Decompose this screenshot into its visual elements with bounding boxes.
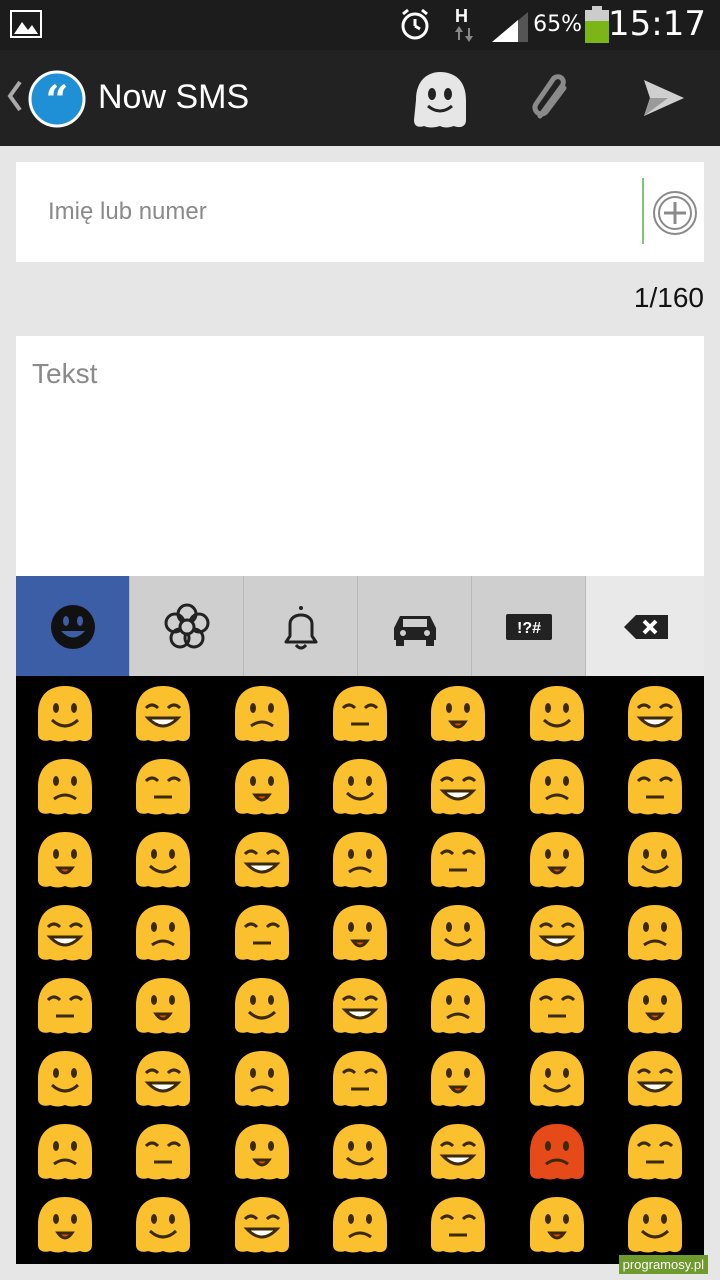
flower-icon bbox=[164, 603, 210, 649]
network-type-label: H bbox=[455, 6, 468, 26]
recipient-input[interactable]: Imię lub numer bbox=[48, 198, 207, 226]
emoji-key[interactable] bbox=[130, 830, 196, 890]
emoji-key[interactable] bbox=[622, 684, 688, 744]
compose-area: Imię lub numer 1/160 Tekst bbox=[0, 146, 720, 576]
signal-icon bbox=[492, 12, 528, 42]
message-input[interactable]: Tekst bbox=[32, 358, 97, 390]
emoji-key[interactable] bbox=[229, 976, 295, 1036]
emoji-key[interactable] bbox=[425, 757, 491, 817]
emoji-key[interactable] bbox=[425, 1122, 491, 1182]
emoji-key[interactable] bbox=[327, 1122, 393, 1182]
emoji-key[interactable] bbox=[327, 1049, 393, 1109]
emoji-key[interactable] bbox=[425, 1049, 491, 1109]
emoji-key[interactable] bbox=[425, 903, 491, 963]
tab-people[interactable] bbox=[16, 576, 130, 676]
emoji-key[interactable] bbox=[524, 1122, 590, 1182]
svg-text:!?#: !?# bbox=[517, 620, 541, 637]
gallery-notification-icon bbox=[10, 10, 42, 38]
symbols-icon: !?# bbox=[506, 614, 552, 640]
clock: 15:17 bbox=[608, 4, 706, 44]
emoji-grid bbox=[16, 676, 704, 1264]
tab-symbols[interactable]: !?# bbox=[472, 576, 586, 676]
emoji-key[interactable] bbox=[524, 903, 590, 963]
emoji-key[interactable] bbox=[622, 830, 688, 890]
emoji-key[interactable] bbox=[130, 903, 196, 963]
battery-icon bbox=[585, 6, 609, 43]
emoji-key[interactable] bbox=[622, 757, 688, 817]
emoji-key[interactable] bbox=[229, 1049, 295, 1109]
emoji-key[interactable] bbox=[622, 1049, 688, 1109]
emoji-key[interactable] bbox=[327, 976, 393, 1036]
attach-icon[interactable] bbox=[528, 72, 574, 126]
emoji-key[interactable] bbox=[32, 1122, 98, 1182]
emoji-key[interactable] bbox=[130, 684, 196, 744]
back-chevron-icon[interactable] bbox=[6, 80, 24, 112]
message-field[interactable]: Tekst bbox=[16, 336, 704, 576]
emoji-key[interactable] bbox=[327, 684, 393, 744]
emoji-key[interactable] bbox=[32, 684, 98, 744]
emoji-key[interactable] bbox=[524, 1049, 590, 1109]
emoji-key[interactable] bbox=[524, 976, 590, 1036]
tab-nature[interactable] bbox=[130, 576, 244, 676]
smiley-icon bbox=[51, 605, 95, 649]
emoji-key[interactable] bbox=[229, 684, 295, 744]
emoji-category-tabs: !?# bbox=[16, 576, 704, 676]
backspace-icon bbox=[624, 615, 668, 639]
recipient-field[interactable]: Imię lub numer bbox=[16, 162, 704, 262]
emoji-key[interactable] bbox=[130, 1049, 196, 1109]
emoji-key[interactable] bbox=[622, 1122, 688, 1182]
emoji-key[interactable] bbox=[327, 830, 393, 890]
emoji-key[interactable] bbox=[130, 1195, 196, 1255]
tab-objects[interactable] bbox=[244, 576, 358, 676]
battery-percent: 65% bbox=[533, 12, 582, 37]
emoji-key[interactable] bbox=[327, 1195, 393, 1255]
car-icon bbox=[394, 616, 436, 646]
emoji-key[interactable] bbox=[32, 757, 98, 817]
emoji-key[interactable] bbox=[425, 684, 491, 744]
emoji-key[interactable] bbox=[622, 1195, 688, 1255]
emoji-key[interactable] bbox=[229, 903, 295, 963]
emoji-key[interactable] bbox=[32, 1049, 98, 1109]
svg-text:“: “ bbox=[45, 77, 68, 124]
alarm-icon bbox=[401, 8, 429, 40]
emoji-button-icon[interactable] bbox=[408, 70, 472, 130]
emoji-key[interactable] bbox=[32, 976, 98, 1036]
tab-places[interactable] bbox=[358, 576, 472, 676]
emoji-key[interactable] bbox=[622, 903, 688, 963]
emoji-key[interactable] bbox=[130, 757, 196, 817]
status-bar: H 65% 15:17 bbox=[0, 0, 720, 50]
action-bar: “ Now SMS bbox=[0, 50, 720, 146]
emoji-key[interactable] bbox=[425, 830, 491, 890]
emoji-key[interactable] bbox=[229, 1122, 295, 1182]
bell-icon bbox=[284, 606, 318, 650]
emoji-key[interactable] bbox=[130, 1122, 196, 1182]
send-icon[interactable] bbox=[644, 80, 684, 116]
data-arrows-icon bbox=[455, 26, 473, 42]
app-title: Now SMS bbox=[98, 78, 250, 116]
emoji-key[interactable] bbox=[327, 757, 393, 817]
emoji-key[interactable] bbox=[229, 830, 295, 890]
emoji-key[interactable] bbox=[524, 757, 590, 817]
divider bbox=[642, 178, 644, 244]
emoji-key[interactable] bbox=[425, 976, 491, 1036]
emoji-key[interactable] bbox=[524, 684, 590, 744]
backspace-button[interactable] bbox=[586, 576, 704, 676]
emoji-key[interactable] bbox=[524, 830, 590, 890]
emoji-key[interactable] bbox=[32, 830, 98, 890]
emoji-key[interactable] bbox=[229, 1195, 295, 1255]
emoji-key[interactable] bbox=[32, 1195, 98, 1255]
add-contact-icon[interactable] bbox=[652, 190, 698, 236]
character-counter: 1/160 bbox=[633, 282, 704, 313]
emoji-key[interactable] bbox=[130, 976, 196, 1036]
emoji-key[interactable] bbox=[622, 976, 688, 1036]
emoji-key[interactable] bbox=[327, 903, 393, 963]
emoji-key[interactable] bbox=[524, 1195, 590, 1255]
watermark: programosy.pl bbox=[618, 1255, 708, 1274]
emoji-key[interactable] bbox=[229, 757, 295, 817]
app-logo-icon[interactable]: “ bbox=[28, 70, 86, 128]
emoji-key[interactable] bbox=[425, 1195, 491, 1255]
emoji-key[interactable] bbox=[32, 903, 98, 963]
